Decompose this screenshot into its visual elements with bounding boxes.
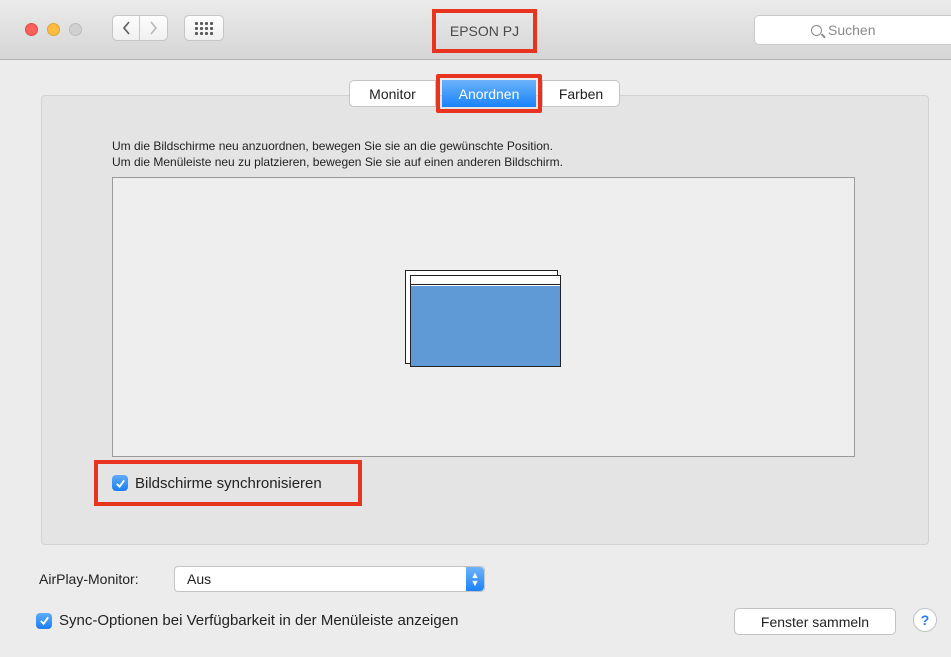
sync-options-checkbox[interactable] [36,612,52,629]
arrange-instruction-2: Um die Menüleiste neu zu platzieren, bew… [112,155,563,169]
search-placeholder: Suchen [828,22,876,38]
checkmark-icon [39,616,49,626]
display-screen [411,286,560,366]
window-title: EPSON PJ [432,9,537,53]
help-button[interactable]: ? [913,608,937,632]
mirror-displays-row: Bildschirme synchronisieren [94,460,362,506]
gather-windows-button[interactable]: Fenster sammeln [734,608,896,635]
airplay-label: AirPlay-Monitor: [39,571,139,587]
tab-monitor[interactable]: Monitor [349,80,436,107]
tab-arrange[interactable]: Anordnen [442,80,536,107]
sync-options-label[interactable]: Sync-Optionen bei Verfügbarkeit in der M… [59,612,458,629]
select-arrows-icon: ▲ ▼ [466,567,484,591]
preferences-window: EPSON PJ Suchen Monitor Anordnen Farben … [0,0,951,657]
forward-button[interactable] [140,15,168,41]
chevron-left-icon [122,21,130,35]
close-button[interactable] [25,23,38,36]
tab-arrange-highlight: Anordnen [436,74,542,113]
back-button[interactable] [112,15,140,41]
checkmark-icon [115,479,125,488]
minimize-button[interactable] [47,23,60,36]
mirror-displays-checkbox[interactable] [112,475,128,491]
search-icon [811,24,822,36]
airplay-select-value: Aus [187,571,212,587]
arrange-instruction-1: Um die Bildschirme neu anzuordnen, beweg… [112,139,553,153]
sync-options-row: Sync-Optionen bei Verfügbarkeit in der M… [36,612,458,629]
search-field[interactable]: Suchen [754,15,951,45]
chevron-right-icon [150,21,158,35]
window-title-text: EPSON PJ [449,23,520,39]
tab-colors[interactable]: Farben [542,80,620,107]
display-menu-bar[interactable] [411,276,560,285]
show-all-button[interactable] [184,15,224,41]
tab-bar: Monitor Anordnen Farben [349,74,620,113]
mirror-displays-label[interactable]: Bildschirme synchronisieren [135,475,322,492]
airplay-select[interactable]: Aus ▲ ▼ [174,566,485,592]
grid-icon [195,21,213,35]
display-main[interactable] [410,275,561,367]
zoom-button[interactable] [69,23,82,36]
title-bar: EPSON PJ Suchen [0,0,951,60]
